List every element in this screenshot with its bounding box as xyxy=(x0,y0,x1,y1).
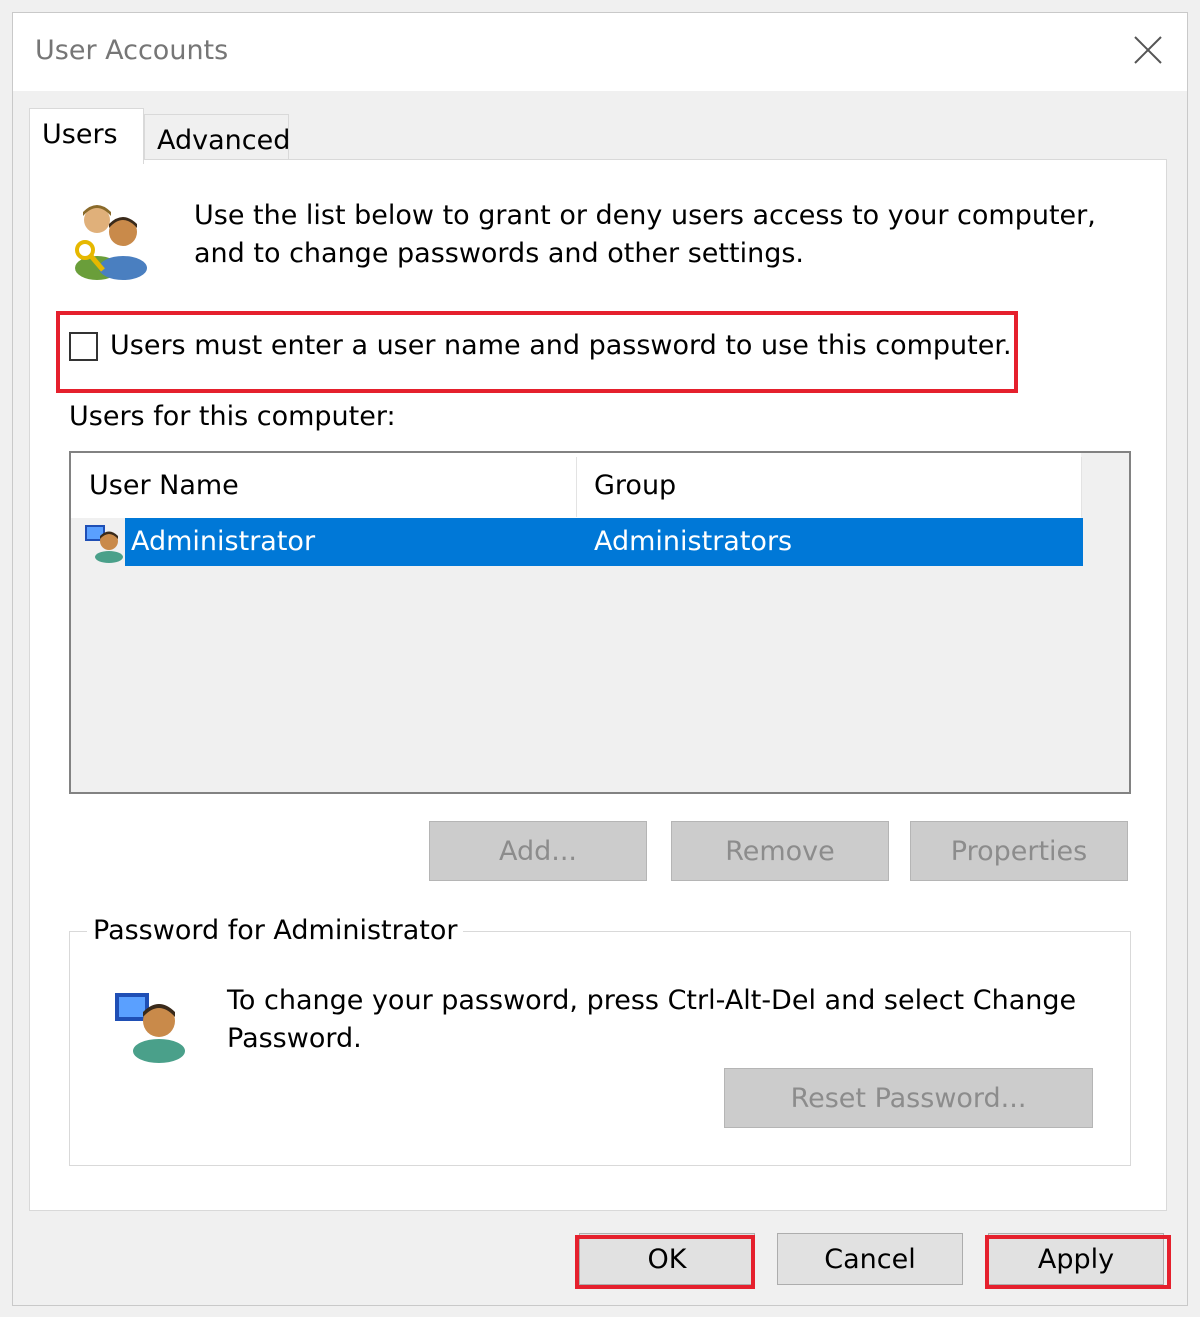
properties-button[interactable]: Properties xyxy=(910,821,1128,881)
intro-line-2: and to change passwords and other settin… xyxy=(194,238,804,269)
add-button[interactable]: Add... xyxy=(429,821,647,881)
users-list-header: User Name Group xyxy=(71,453,1082,518)
column-user-name[interactable]: User Name xyxy=(89,467,239,505)
user-row-icon xyxy=(85,525,123,563)
password-instructions-line-2: Password. xyxy=(227,1023,362,1054)
apply-highlight xyxy=(985,1235,1171,1289)
password-group-title: Password for Administrator xyxy=(87,912,464,950)
row-group: Administrators xyxy=(594,526,793,557)
reset-password-button[interactable]: Reset Password... xyxy=(724,1068,1093,1128)
row-user-name: Administrator xyxy=(131,526,316,557)
tab-advanced[interactable]: Advanced xyxy=(144,114,290,164)
intro-line-1: Use the list below to grant or deny user… xyxy=(194,200,1096,231)
table-row[interactable]: Administrator Administrators xyxy=(125,518,1083,566)
password-instructions-line-1: To change your password, press Ctrl-Alt-… xyxy=(227,985,1077,1016)
title-bar: User Accounts xyxy=(13,13,1187,91)
users-key-icon xyxy=(75,205,147,280)
user-computer-icon xyxy=(115,993,185,1063)
remove-button[interactable]: Remove xyxy=(671,821,889,881)
ok-highlight xyxy=(575,1235,755,1289)
close-icon xyxy=(1134,36,1162,64)
require-password-label[interactable]: Users must enter a user name and passwor… xyxy=(110,327,1012,365)
window-title: User Accounts xyxy=(35,35,229,66)
cancel-button[interactable]: Cancel xyxy=(777,1233,963,1285)
close-button[interactable] xyxy=(1123,27,1173,73)
user-accounts-dialog: User Accounts Users Advanced Use the lis… xyxy=(12,12,1188,1306)
tab-users[interactable]: Users xyxy=(29,108,144,164)
users-list-label: Users for this computer: xyxy=(69,401,396,432)
require-password-checkbox[interactable] xyxy=(69,332,98,361)
users-list[interactable]: User Name Group Administrator Administra… xyxy=(69,451,1131,794)
column-group[interactable]: Group xyxy=(594,467,676,505)
